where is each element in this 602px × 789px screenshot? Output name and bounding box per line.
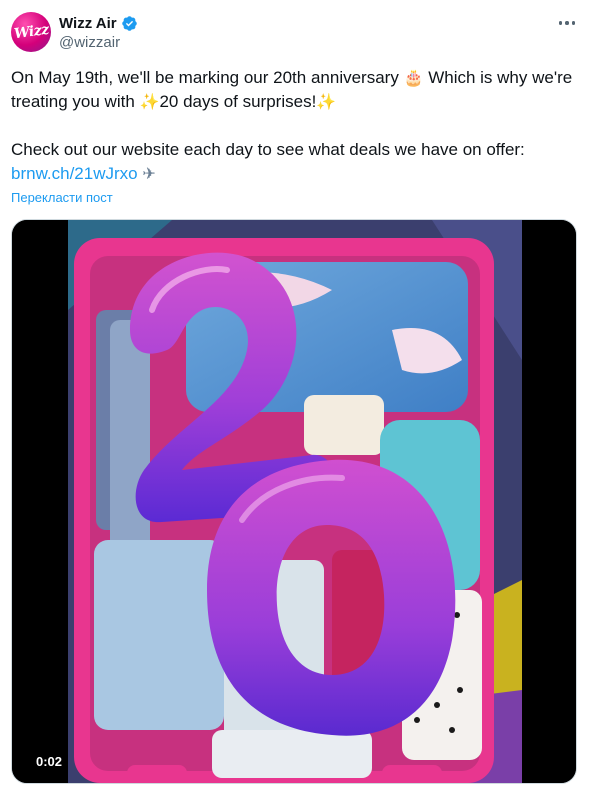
birthday-cake-icon: 🎂 <box>403 68 424 87</box>
tweet-paragraph-1: On May 19th, we'll be marking our 20th a… <box>11 66 586 114</box>
tweet-text-part: Check out our website each day to see wh… <box>11 140 525 159</box>
more-horizontal-icon <box>558 21 563 25</box>
author-display-name[interactable]: Wizz Air <box>59 15 117 32</box>
tweet-text: On May 19th, we'll be marking our 20th a… <box>11 66 586 186</box>
tweet-text-part: 20 days of surprises! <box>159 92 317 111</box>
author-name-row: Wizz Air <box>59 13 138 33</box>
wizz-logo: Wizz <box>12 21 50 43</box>
author-avatar[interactable]: Wizz <box>11 12 51 52</box>
verified-badge-icon[interactable] <box>121 15 138 32</box>
video-player[interactable]: 0:02 <box>11 219 577 784</box>
tweet-link[interactable]: brnw.ch/21wJrxo <box>11 164 138 183</box>
more-horizontal-icon-dot <box>571 21 576 25</box>
more-horizontal-icon-dot <box>565 21 569 25</box>
sparkles-icon: ✨ <box>139 92 160 111</box>
video-frame <box>12 220 576 783</box>
translate-post-link[interactable]: Перекласти пост <box>11 190 113 205</box>
sparkles-icon: ✨ <box>316 92 337 111</box>
author-handle[interactable]: @wizzair <box>59 34 120 51</box>
tweet-paragraph-2: Check out our website each day to see wh… <box>11 138 586 186</box>
airplane-icon: ✈ <box>142 164 156 183</box>
video-duration: 0:02 <box>30 752 69 771</box>
tweet-text-part: On May 19th, we'll be marking our 20th a… <box>11 68 404 87</box>
more-options-button[interactable] <box>554 12 580 34</box>
tweet-card[interactable]: Wizz Wizz Air @wizzair On May 19th, we'l… <box>0 0 602 789</box>
